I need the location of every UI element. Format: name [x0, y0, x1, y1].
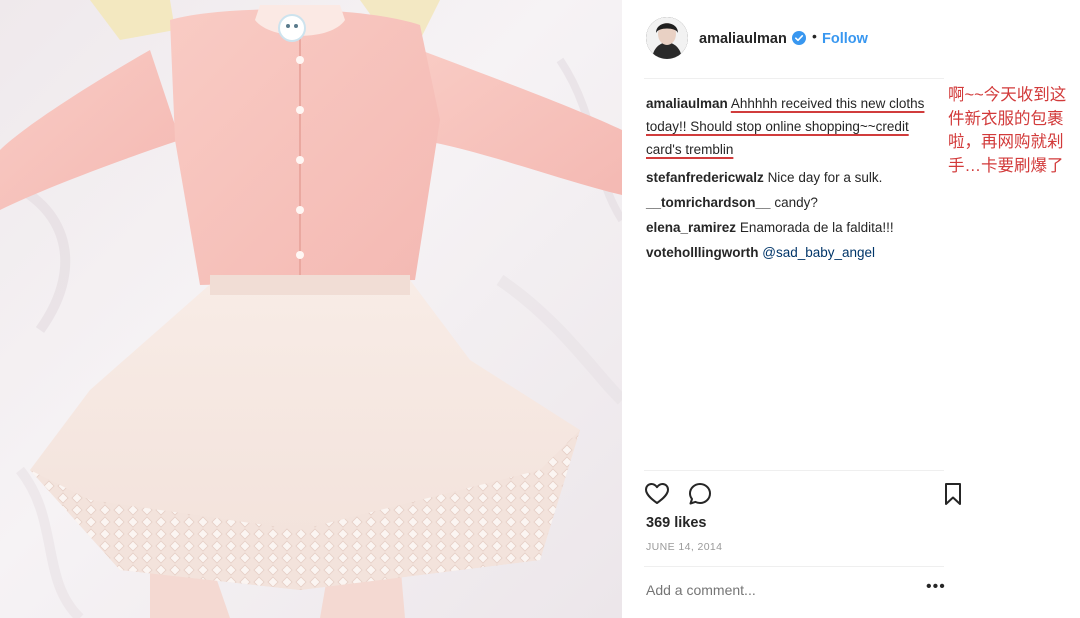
- comment-username[interactable]: __tomrichardson__: [646, 195, 771, 210]
- add-comment-input[interactable]: [646, 582, 866, 598]
- avatar[interactable]: [646, 17, 688, 59]
- comment-username[interactable]: voteholllingworth: [646, 245, 759, 260]
- comment-item: stefanfredericwalz Nice day for a sulk.: [646, 167, 946, 189]
- comment-item: elena_ramirez Enamorada de la faldita!!!: [646, 217, 946, 239]
- post-date: JUNE 14, 2014: [646, 541, 723, 553]
- likes-count[interactable]: 369 likes: [646, 515, 706, 531]
- post-side-panel: amaliaulman • Follow amaliaulman Ahhhhh …: [622, 0, 1080, 618]
- comment-mention-link[interactable]: @sad_baby_angel: [762, 245, 875, 260]
- comment-text: Enamorada de la faldita!!!: [739, 220, 894, 235]
- actions-divider: [644, 470, 944, 471]
- header-divider: [644, 78, 944, 79]
- verified-badge-icon: [792, 31, 806, 45]
- photo-illustration: [0, 0, 622, 618]
- avatar-image: [646, 17, 688, 59]
- comment-username[interactable]: stefanfredericwalz: [646, 170, 764, 185]
- more-options-icon[interactable]: •••: [926, 578, 946, 596]
- comment-item: voteholllingworth @sad_baby_angel: [646, 242, 946, 264]
- chinese-translation-annotation: 啊~~今天收到这件新衣服的包裹啦，再网购就剁手…卡要刷爆了: [948, 86, 1067, 175]
- comments-list: amaliaulman Ahhhhh received this new clo…: [646, 92, 946, 267]
- comment-text: Nice day for a sulk.: [767, 170, 883, 185]
- comment-icon[interactable]: [687, 481, 713, 507]
- heart-icon[interactable]: [644, 481, 670, 507]
- comment-username[interactable]: elena_ramirez: [646, 220, 736, 235]
- comment-text: candy?: [774, 195, 818, 210]
- post-author-username[interactable]: amaliaulman: [699, 31, 787, 47]
- separator-dot: •: [812, 28, 817, 44]
- post-photo[interactable]: [0, 0, 622, 618]
- bookmark-icon[interactable]: [940, 481, 966, 507]
- comment-divider: [644, 566, 944, 567]
- follow-button[interactable]: Follow: [822, 31, 868, 47]
- caption: amaliaulman Ahhhhh received this new clo…: [646, 92, 946, 161]
- comment-item: __tomrichardson__ candy?: [646, 192, 946, 214]
- comment-username[interactable]: amaliaulman: [646, 96, 728, 111]
- post-header: amaliaulman • Follow: [622, 0, 1080, 78]
